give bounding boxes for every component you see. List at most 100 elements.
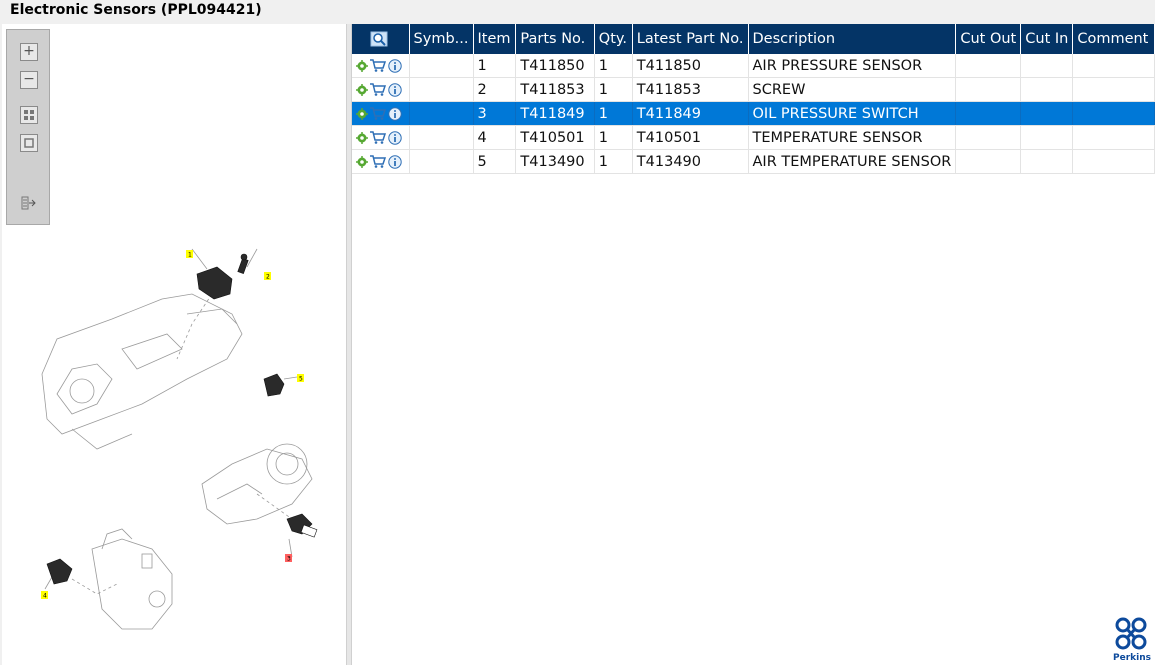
table-header-row: Symb... Item Parts No. Qty. Latest Part … [352, 24, 1155, 54]
info-icon[interactable] [388, 154, 402, 169]
cell-description: AIR TEMPERATURE SENSOR [748, 149, 957, 174]
column-header-qty[interactable]: Qty. [594, 24, 633, 54]
cell-qty: 1 [594, 149, 633, 174]
settings-gear-icon[interactable] [356, 59, 368, 72]
column-header-comment[interactable]: Comment [1072, 24, 1155, 54]
cell-qty: 1 [594, 101, 633, 126]
cart-icon[interactable] [370, 131, 386, 144]
settings-gear-icon[interactable] [356, 155, 368, 168]
cell-comment [1072, 54, 1155, 78]
cell-latest-part-no: T411853 [632, 77, 749, 102]
callout-1[interactable]: 1 [188, 252, 192, 259]
cell-parts-no: T411849 [515, 101, 595, 126]
table-row[interactable]: 5 T413490 1 T413490 AIR TEMPERATURE SENSOR [352, 149, 1155, 174]
callout-5[interactable]: 5 [299, 376, 303, 383]
column-header-parts-no[interactable]: Parts No. [515, 24, 595, 54]
row-action-icons [352, 149, 410, 174]
table-row[interactable]: 4 T410501 1 T410501 TEMPERATURE SENSOR [352, 125, 1155, 150]
cell-symbol [409, 101, 474, 126]
cell-comment [1072, 101, 1155, 126]
fit-all-icon[interactable] [20, 106, 38, 124]
zoom-in-icon[interactable]: + [20, 43, 38, 61]
cell-qty: 1 [594, 125, 633, 150]
cell-parts-no: T413490 [515, 149, 595, 174]
drawing-toolbar: + − [6, 29, 50, 225]
column-header-item[interactable]: Item [473, 24, 517, 54]
cell-comment [1072, 149, 1155, 174]
cell-symbol [409, 77, 474, 102]
table-row[interactable]: 2 T411853 1 T411853 SCREW [352, 77, 1155, 102]
cell-cut-out [955, 101, 1022, 126]
cell-item: 4 [473, 125, 517, 150]
column-filter-header[interactable] [352, 24, 410, 54]
info-icon[interactable] [388, 106, 402, 121]
callout-2[interactable]: 2 [266, 274, 270, 281]
info-icon[interactable] [388, 82, 402, 97]
info-icon[interactable] [388, 130, 402, 145]
info-icon[interactable] [388, 58, 402, 73]
cell-qty: 1 [594, 77, 633, 102]
cell-description: AIR PRESSURE SENSOR [748, 54, 957, 78]
settings-gear-icon[interactable] [356, 131, 368, 144]
table-row[interactable]: 1 T411850 1 T411850 AIR PRESSURE SENSOR [352, 54, 1155, 78]
zoom-out-icon[interactable]: − [20, 71, 38, 89]
cell-qty: 1 [594, 54, 633, 78]
cell-cut-in [1020, 77, 1074, 102]
cart-icon[interactable] [370, 107, 386, 120]
column-header-description[interactable]: Description [748, 24, 957, 54]
cart-icon[interactable] [370, 83, 386, 96]
column-header-latest-part-no[interactable]: Latest Part No. [632, 24, 749, 54]
callout-4[interactable]: 4 [43, 593, 47, 600]
search-filter-icon[interactable] [370, 31, 388, 47]
cell-cut-in [1020, 54, 1074, 78]
cell-cut-in [1020, 149, 1074, 174]
cell-cut-out [955, 77, 1022, 102]
cell-description: SCREW [748, 77, 957, 102]
cell-parts-no: T410501 [515, 125, 595, 150]
callout-3[interactable]: 3 [287, 556, 291, 563]
cart-icon[interactable] [370, 155, 386, 168]
export-icon[interactable] [20, 196, 38, 214]
cell-item: 2 [473, 77, 517, 102]
cell-cut-out [955, 54, 1022, 78]
cell-latest-part-no: T411850 [632, 54, 749, 78]
cell-cut-in [1020, 125, 1074, 150]
fit-window-icon[interactable] [20, 134, 38, 152]
column-header-cut-in[interactable]: Cut In [1020, 24, 1074, 54]
cell-description: OIL PRESSURE SWITCH [748, 101, 957, 126]
perkins-logo-text: Perkins [1113, 653, 1151, 663]
cell-symbol [409, 149, 474, 174]
parts-list-pane: Symb... Item Parts No. Qty. Latest Part … [352, 24, 1155, 665]
illustration-pane[interactable]: + − 1 2 5 3 4 [2, 24, 346, 665]
column-header-symbol[interactable]: Symb... [409, 24, 474, 54]
row-action-icons [352, 101, 410, 126]
row-action-icons [352, 125, 410, 150]
exploded-parts-diagram: 1 2 5 3 4 [41, 248, 318, 630]
cell-cut-out [955, 125, 1022, 150]
cell-parts-no: T411853 [515, 77, 595, 102]
perkins-logo [1115, 617, 1147, 650]
cell-comment [1072, 77, 1155, 102]
cell-item: 1 [473, 54, 517, 78]
cell-item: 5 [473, 149, 517, 174]
cart-icon[interactable] [370, 59, 386, 72]
title-bar: Electronic Sensors (PPL094421) [0, 0, 1155, 24]
settings-gear-icon[interactable] [356, 83, 368, 96]
settings-gear-icon[interactable] [356, 107, 368, 120]
parts-table: Symb... Item Parts No. Qty. Latest Part … [352, 24, 1155, 174]
table-row[interactable]: 3 T411849 1 T411849 OIL PRESSURE SWITCH [352, 101, 1155, 126]
cell-cut-in [1020, 101, 1074, 126]
cell-latest-part-no: T411849 [632, 101, 749, 126]
cell-comment [1072, 125, 1155, 150]
cell-item: 3 [473, 101, 517, 126]
column-header-cut-out[interactable]: Cut Out [955, 24, 1022, 54]
cell-symbol [409, 54, 474, 78]
window-title: Electronic Sensors (PPL094421) [10, 2, 262, 18]
cell-parts-no: T411850 [515, 54, 595, 78]
cell-symbol [409, 125, 474, 150]
cell-latest-part-no: T413490 [632, 149, 749, 174]
cell-description: TEMPERATURE SENSOR [748, 125, 957, 150]
row-action-icons [352, 54, 410, 78]
row-action-icons [352, 77, 410, 102]
cell-cut-out [955, 149, 1022, 174]
